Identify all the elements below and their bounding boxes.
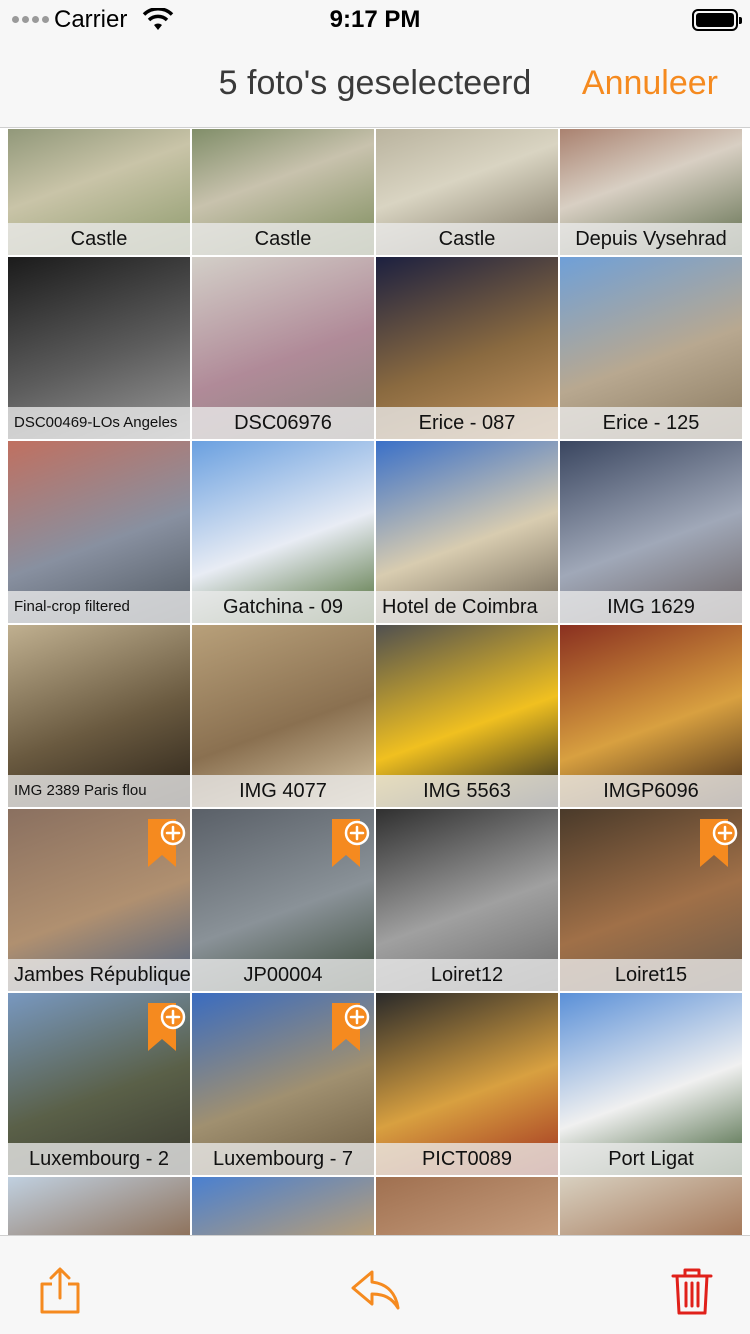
- photo-thumbnail: [192, 1177, 374, 1235]
- selected-bookmark-icon: [148, 819, 186, 867]
- photo-cell[interactable]: Luxembourg - 7: [192, 993, 374, 1175]
- photo-caption: IMG 5563: [376, 775, 558, 807]
- photo-cell[interactable]: IMG 4077: [192, 625, 374, 807]
- photo-caption: IMG 2389 Paris flou: [8, 775, 190, 807]
- photo-cell[interactable]: Castle: [376, 129, 558, 255]
- photo-cell[interactable]: DSC06976: [192, 257, 374, 439]
- photo-caption: DSC00469-LOs Angeles: [8, 407, 190, 439]
- trash-icon: [671, 1268, 713, 1315]
- selected-bookmark-icon: [700, 819, 738, 867]
- photo-cell[interactable]: Jambes République: [8, 809, 190, 991]
- undo-arrow-icon: [351, 1270, 400, 1310]
- photo-caption: Castle: [376, 223, 558, 255]
- selected-bookmark-icon: [332, 819, 370, 867]
- photo-cell[interactable]: Erice - 087: [376, 257, 558, 439]
- cancel-button[interactable]: Annuleer: [582, 64, 718, 103]
- navigation-bar: 5 foto's geselecteerd Annuleer: [0, 40, 750, 128]
- photo-caption: JP00004: [192, 959, 374, 991]
- photo-cell[interactable]: IMG 1629: [560, 441, 742, 623]
- photo-cell[interactable]: [376, 1177, 558, 1235]
- share-button[interactable]: [38, 1266, 82, 1316]
- photo-grid: Castle Castle Castle Depuis Vysehrad DSC0046…: [8, 129, 742, 1235]
- photo-cell[interactable]: IMG 2389 Paris flou: [8, 625, 190, 807]
- photo-grid-scroll[interactable]: Castle Castle Castle Depuis Vysehrad DSC0046…: [0, 129, 750, 1235]
- photo-caption: Port Ligat: [560, 1143, 742, 1175]
- share-icon: [40, 1267, 80, 1314]
- photo-thumbnail: [560, 1177, 742, 1235]
- photo-cell[interactable]: Port Ligat: [560, 993, 742, 1175]
- status-bar: Carrier 9:17 PM: [0, 0, 750, 40]
- bottom-toolbar: [0, 1235, 750, 1334]
- undo-button[interactable]: [350, 1266, 402, 1316]
- photo-cell[interactable]: DSC00469-LOs Angeles: [8, 257, 190, 439]
- photo-caption: Gatchina - 09: [192, 591, 374, 623]
- battery-icon: [692, 9, 742, 31]
- photo-caption: Castle: [8, 223, 190, 255]
- photo-cell[interactable]: Castle: [192, 129, 374, 255]
- status-time: 9:17 PM: [329, 6, 421, 33]
- photo-caption: Castle: [192, 223, 374, 255]
- photo-cell[interactable]: [560, 1177, 742, 1235]
- photo-caption: Jambes République: [8, 959, 190, 991]
- photo-cell[interactable]: [192, 1177, 374, 1235]
- selected-bookmark-icon: [148, 1003, 186, 1051]
- delete-button[interactable]: [670, 1266, 714, 1316]
- photo-cell[interactable]: Luxembourg - 2: [8, 993, 190, 1175]
- photo-cell[interactable]: IMG 5563: [376, 625, 558, 807]
- photo-cell[interactable]: Erice - 125: [560, 257, 742, 439]
- photo-caption: Hotel de Coimbra: [376, 591, 558, 623]
- selected-bookmark-icon: [332, 1003, 370, 1051]
- photo-thumbnail: [376, 1177, 558, 1235]
- photo-caption: Loiret15: [560, 959, 742, 991]
- photo-caption: Erice - 125: [560, 407, 742, 439]
- photo-cell[interactable]: [8, 1177, 190, 1235]
- photo-cell[interactable]: PICT0089: [376, 993, 558, 1175]
- photo-caption: IMGP6096: [560, 775, 742, 807]
- photo-cell[interactable]: Castle: [8, 129, 190, 255]
- photo-caption: PICT0089: [376, 1143, 558, 1175]
- photo-caption: Loiret12: [376, 959, 558, 991]
- photo-caption: Luxembourg - 2: [8, 1143, 190, 1175]
- photo-caption: Depuis Vysehrad: [560, 223, 742, 255]
- photo-cell[interactable]: Depuis Vysehrad: [560, 129, 742, 255]
- photo-cell[interactable]: JP00004: [192, 809, 374, 991]
- photo-cell[interactable]: Gatchina - 09: [192, 441, 374, 623]
- photo-caption: Luxembourg - 7: [192, 1143, 374, 1175]
- photo-cell[interactable]: Loiret15: [560, 809, 742, 991]
- photo-caption: DSC06976: [192, 407, 374, 439]
- photo-thumbnail: [8, 1177, 190, 1235]
- photo-caption: Erice - 087: [376, 407, 558, 439]
- photo-cell[interactable]: Final-crop filtered: [8, 441, 190, 623]
- photo-caption: IMG 4077: [192, 775, 374, 807]
- photo-cell[interactable]: Loiret12: [376, 809, 558, 991]
- photo-cell[interactable]: IMGP6096: [560, 625, 742, 807]
- photo-cell[interactable]: Hotel de Coimbra: [376, 441, 558, 623]
- photo-caption: IMG 1629: [560, 591, 742, 623]
- photo-caption: Final-crop filtered: [8, 591, 190, 623]
